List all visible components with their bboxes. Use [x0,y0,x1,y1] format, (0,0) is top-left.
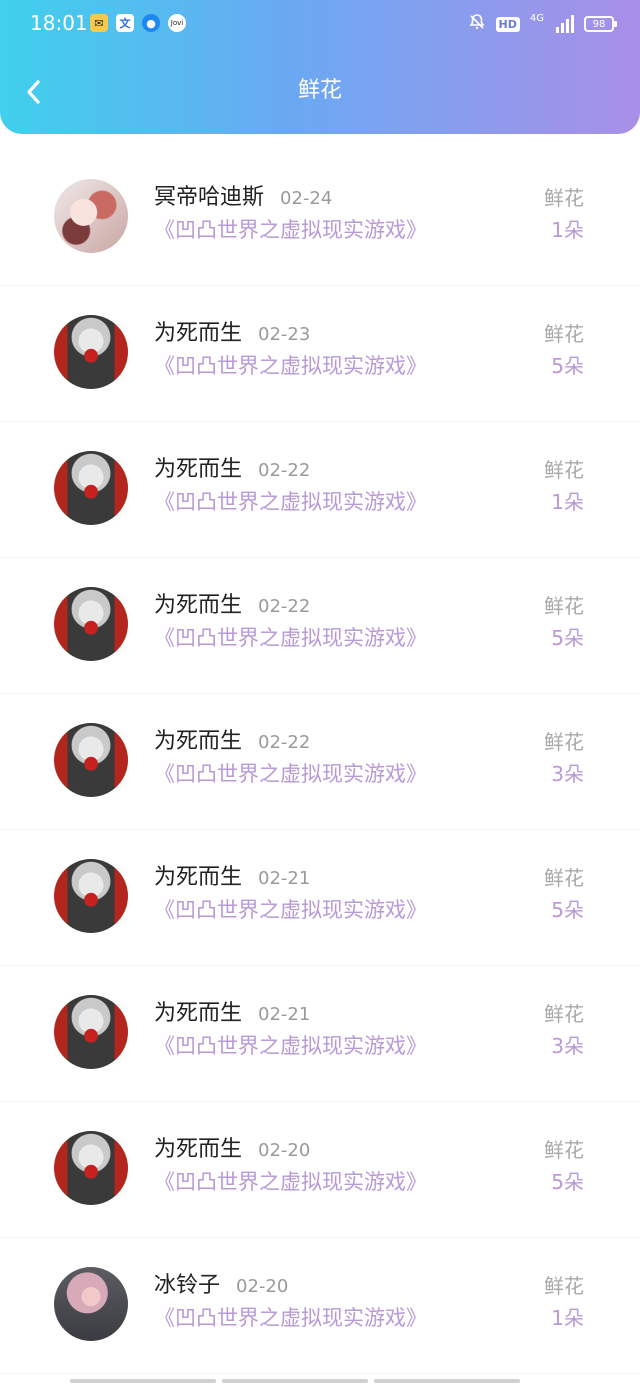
translate-icon: 文 [116,14,134,32]
gift-date: 02-21 [258,1004,311,1025]
gift-count: 1朵 [551,1306,584,1330]
gift-type: 鲜花 [544,322,584,346]
gift-count: 3朵 [551,762,584,786]
gift-type: 鲜花 [544,458,584,482]
qq-icon: ● [142,14,160,32]
mail-icon: ✉ [90,14,108,32]
avatar[interactable] [54,179,128,253]
gift-count: 1朵 [551,218,584,242]
gift-date: 02-22 [258,732,311,753]
gift-type: 鲜花 [544,730,584,754]
status-icons-left: ✉ 文 ● Jovi [90,14,186,32]
avatar[interactable] [54,1267,128,1341]
gift-type: 鲜花 [544,594,584,618]
avatar[interactable] [54,315,128,389]
list-item[interactable]: 为死而生 02-22 《凹凸世界之虚拟现实游戏》 鲜花 1朵 [0,422,640,558]
list-item[interactable]: 为死而生 02-21 《凹凸世界之虚拟现实游戏》 鲜花 5朵 [0,830,640,966]
list-item[interactable]: 为死而生 02-22 《凹凸世界之虚拟现实游戏》 鲜花 5朵 [0,558,640,694]
list-item[interactable]: 为死而生 02-22 《凹凸世界之虚拟现实游戏》 鲜花 3朵 [0,694,640,830]
gift-count: 5朵 [551,898,584,922]
user-name: 为死而生 02-22 [154,729,311,754]
gift-count: 5朵 [551,626,584,650]
book-title: 《凹凸世界之虚拟现实游戏》 [154,490,427,514]
avatar[interactable] [54,995,128,1069]
gift-type: 鲜花 [544,1002,584,1026]
battery-icon: 98 [584,16,617,32]
book-title: 《凹凸世界之虚拟现实游戏》 [154,1306,427,1330]
indicator-segment [70,1379,216,1383]
user-name: 为死而生 02-22 [154,457,311,482]
list-item[interactable]: 冥帝哈迪斯 02-24 《凹凸世界之虚拟现实游戏》 鲜花 1朵 [0,150,640,286]
page-title: 鲜花 [297,78,342,103]
user-name: 冰铃子 02-20 [154,1273,289,1298]
user-name: 为死而生 02-22 [154,593,311,618]
book-title: 《凹凸世界之虚拟现实游戏》 [154,1034,427,1058]
gift-type: 鲜花 [544,1138,584,1162]
gift-type: 鲜花 [544,186,584,210]
status-time: 18:01 [30,11,88,35]
user-name: 冥帝哈迪斯 02-24 [154,185,333,210]
book-title: 《凹凸世界之虚拟现实游戏》 [154,898,427,922]
gift-date: 02-20 [236,1276,289,1297]
gift-list: 冥帝哈迪斯 02-24 《凹凸世界之虚拟现实游戏》 鲜花 1朵 为死而生 02-23… [0,150,640,1374]
user-name: 为死而生 02-21 [154,1001,311,1026]
list-item[interactable]: 为死而生 02-20 《凹凸世界之虚拟现实游戏》 鲜花 5朵 [0,1102,640,1238]
book-title: 《凹凸世界之虚拟现实游戏》 [154,762,427,786]
gift-date: 02-20 [258,1140,311,1161]
battery-level: 98 [592,18,606,30]
indicator-segment [374,1379,520,1383]
list-item[interactable]: 为死而生 02-23 《凹凸世界之虚拟现实游戏》 鲜花 5朵 [0,286,640,422]
avatar[interactable] [54,451,128,525]
avatar[interactable] [54,587,128,661]
bottom-scroll-indicator [70,1379,520,1383]
gift-date: 02-23 [258,324,311,345]
book-title: 《凹凸世界之虚拟现实游戏》 [154,1170,427,1194]
list-item[interactable]: 为死而生 02-21 《凹凸世界之虚拟现实游戏》 鲜花 3朵 [0,966,640,1102]
gift-count: 5朵 [551,1170,584,1194]
book-title: 《凹凸世界之虚拟现实游戏》 [154,626,427,650]
indicator-segment [222,1379,368,1383]
gift-date: 02-22 [258,596,311,617]
book-title: 《凹凸世界之虚拟现实游戏》 [154,354,427,378]
gift-count: 5朵 [551,354,584,378]
avatar[interactable] [54,723,128,797]
jovi-icon: Jovi [168,14,186,32]
hd-badge: HD [495,16,520,32]
avatar[interactable] [54,1131,128,1205]
user-name: 为死而生 02-21 [154,865,311,890]
book-title: 《凹凸世界之虚拟现实游戏》 [154,218,427,242]
list-item[interactable]: 冰铃子 02-20 《凹凸世界之虚拟现实游戏》 鲜花 1朵 [0,1238,640,1374]
signal-icon [556,15,574,33]
gift-date: 02-24 [280,188,333,209]
gift-type: 鲜花 [544,866,584,890]
user-name: 为死而生 02-23 [154,321,311,346]
header-bar: 鲜花 [0,50,640,134]
gift-date: 02-22 [258,460,311,481]
network-type: 4G [529,12,544,24]
user-name: 为死而生 02-20 [154,1137,311,1162]
status-icons-right: HD 4G 98 [468,12,617,35]
gift-count: 1朵 [551,490,584,514]
gift-date: 02-21 [258,868,311,889]
silent-bell-icon [468,13,486,35]
gift-count: 3朵 [551,1034,584,1058]
avatar[interactable] [54,859,128,933]
status-bar: 18:01 ✉ 文 ● Jovi HD 4G 98 [0,0,640,50]
gift-type: 鲜花 [544,1274,584,1298]
